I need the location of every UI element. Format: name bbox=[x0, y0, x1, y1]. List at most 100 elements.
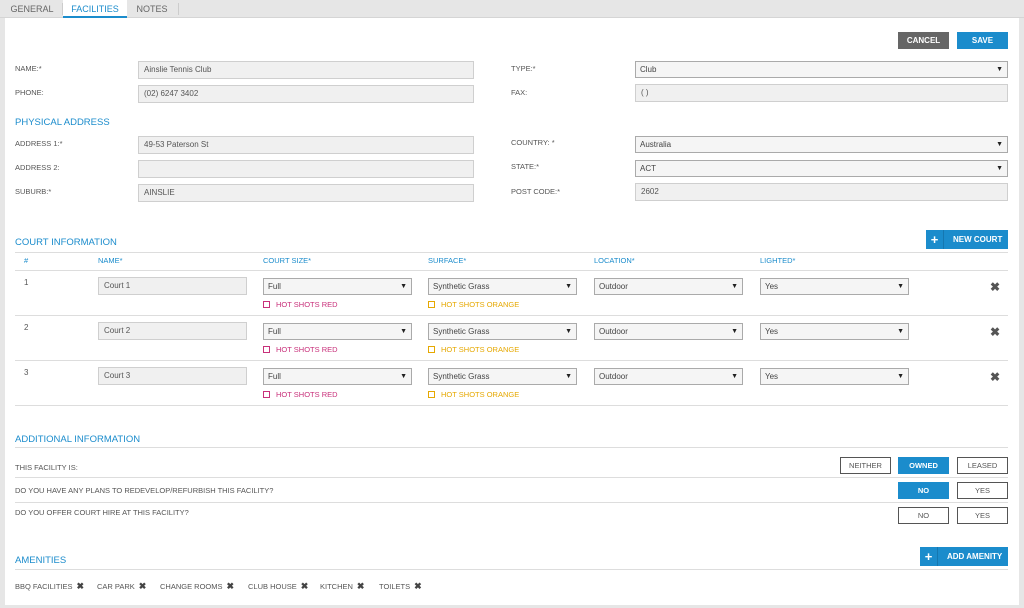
court-hire-option-yes[interactable]: YES bbox=[957, 507, 1008, 524]
tab-facilities[interactable]: FACILITIES bbox=[63, 0, 127, 18]
court-size-select[interactable]: Full ▼ bbox=[263, 323, 412, 340]
remove-icon[interactable]: ✖ bbox=[77, 581, 85, 591]
add-amenity-label: ADD AMENITY bbox=[947, 552, 1003, 561]
court-name-field[interactable]: Court 2 bbox=[98, 322, 247, 340]
delete-court-icon[interactable]: ✖ bbox=[990, 280, 1000, 294]
country-select[interactable]: Australia ▼ bbox=[635, 136, 1008, 153]
tab-notes[interactable]: NOTES bbox=[128, 0, 176, 18]
fax-field[interactable]: ( ) bbox=[635, 84, 1008, 102]
physical-address-heading: PHYSICAL ADDRESS bbox=[15, 117, 110, 128]
chevron-down-icon: ▼ bbox=[996, 66, 1003, 73]
column-header-name: NAME* bbox=[98, 256, 123, 265]
column-header-court-size: COURT SIZE* bbox=[263, 256, 312, 265]
court-row-number: 2 bbox=[24, 323, 29, 332]
location-select[interactable]: Outdoor ▼ bbox=[594, 278, 743, 295]
name-label: NAME:* bbox=[15, 64, 42, 73]
court-size-select[interactable]: Full ▼ bbox=[263, 368, 412, 385]
location-value: Outdoor bbox=[599, 327, 628, 336]
hot-shots-orange-checkbox[interactable]: HOT SHOTS ORANGE bbox=[428, 300, 519, 309]
remove-icon[interactable]: ✖ bbox=[227, 581, 235, 591]
postcode-field[interactable]: 2602 bbox=[635, 183, 1008, 201]
save-button[interactable]: SAVE bbox=[957, 32, 1008, 49]
hot-shots-orange-checkbox[interactable]: HOT SHOTS ORANGE bbox=[428, 345, 519, 354]
additional-information-heading: ADDITIONAL INFORMATION bbox=[15, 434, 141, 445]
court-size-value: Full bbox=[268, 327, 281, 336]
delete-court-icon[interactable]: ✖ bbox=[990, 325, 1000, 339]
type-select[interactable]: Club ▼ bbox=[635, 61, 1008, 78]
address1-field[interactable]: 49-53 Paterson St bbox=[138, 136, 474, 154]
hot-shots-orange-label: HOT SHOTS ORANGE bbox=[441, 390, 520, 399]
tab-divider bbox=[178, 3, 179, 15]
lighted-select[interactable]: Yes ▼ bbox=[760, 368, 909, 385]
surface-value: Synthetic Grass bbox=[433, 372, 490, 381]
type-value: Club bbox=[640, 65, 657, 74]
court-hire-question-label: DO YOU OFFER COURT HIRE AT THIS FACILITY… bbox=[15, 508, 189, 517]
option-owned[interactable]: OWNED bbox=[898, 457, 949, 474]
court-size-value: Full bbox=[268, 282, 281, 291]
state-select[interactable]: ACT ▼ bbox=[635, 160, 1008, 177]
amenity-label: KITCHEN bbox=[320, 582, 353, 591]
redevelop-option-no[interactable]: NO bbox=[898, 482, 949, 499]
name-field[interactable]: Ainslie Tennis Club bbox=[138, 61, 474, 79]
lighted-value: Yes bbox=[765, 327, 779, 336]
location-select[interactable]: Outdoor ▼ bbox=[594, 368, 743, 385]
checkbox-icon bbox=[428, 301, 435, 308]
state-value: ACT bbox=[640, 164, 656, 173]
address2-label: ADDRESS 2: bbox=[15, 163, 60, 172]
court-information-heading: COURT INFORMATION bbox=[15, 237, 117, 248]
add-amenity-button[interactable]: + ADD AMENITY bbox=[920, 547, 1008, 566]
lighted-select[interactable]: Yes ▼ bbox=[760, 323, 909, 340]
location-select[interactable]: Outdoor ▼ bbox=[594, 323, 743, 340]
hot-shots-red-checkbox[interactable]: HOT SHOTS RED bbox=[263, 390, 338, 399]
tab-general[interactable]: GENERAL bbox=[4, 0, 60, 18]
address2-field[interactable] bbox=[138, 160, 474, 178]
country-value: Australia bbox=[640, 140, 672, 149]
court-size-select[interactable]: Full ▼ bbox=[263, 278, 412, 295]
option-neither[interactable]: NEITHER bbox=[840, 457, 891, 474]
checkbox-icon bbox=[428, 346, 435, 353]
phone-field[interactable]: (02) 6247 3402 bbox=[138, 85, 474, 103]
chevron-down-icon: ▼ bbox=[897, 373, 904, 380]
hot-shots-red-label: HOT SHOTS RED bbox=[276, 300, 338, 309]
plus-icon: + bbox=[920, 547, 938, 566]
option-leased[interactable]: LEASED bbox=[957, 457, 1008, 474]
divider bbox=[15, 315, 1008, 316]
surface-value: Synthetic Grass bbox=[433, 282, 490, 291]
amenity-tag: TOILETS ✖ bbox=[379, 581, 422, 592]
new-court-button[interactable]: + NEW COURT bbox=[926, 230, 1008, 249]
checkbox-icon bbox=[263, 301, 270, 308]
hot-shots-red-checkbox[interactable]: HOT SHOTS RED bbox=[263, 300, 338, 309]
lighted-select[interactable]: Yes ▼ bbox=[760, 278, 909, 295]
checkbox-icon bbox=[428, 391, 435, 398]
court-hire-option-no[interactable]: NO bbox=[898, 507, 949, 524]
remove-icon[interactable]: ✖ bbox=[414, 581, 422, 591]
amenity-label: CAR PARK bbox=[97, 582, 135, 591]
amenity-label: CLUB HOUSE bbox=[248, 582, 297, 591]
remove-icon[interactable]: ✖ bbox=[139, 581, 147, 591]
delete-court-icon[interactable]: ✖ bbox=[990, 370, 1000, 384]
remove-icon[interactable]: ✖ bbox=[301, 581, 309, 591]
new-court-label: NEW COURT bbox=[953, 235, 1003, 244]
hot-shots-orange-checkbox[interactable]: HOT SHOTS ORANGE bbox=[428, 390, 519, 399]
divider bbox=[15, 477, 1008, 478]
remove-icon[interactable]: ✖ bbox=[357, 581, 365, 591]
hot-shots-orange-label: HOT SHOTS ORANGE bbox=[441, 345, 520, 354]
surface-select[interactable]: Synthetic Grass ▼ bbox=[428, 278, 577, 295]
amenity-tag: CLUB HOUSE ✖ bbox=[248, 581, 308, 592]
redevelop-option-yes[interactable]: YES bbox=[957, 482, 1008, 499]
hot-shots-red-checkbox[interactable]: HOT SHOTS RED bbox=[263, 345, 338, 354]
suburb-field[interactable]: AINSLIE bbox=[138, 184, 474, 202]
court-name-field[interactable]: Court 3 bbox=[98, 367, 247, 385]
country-label: COUNTRY: * bbox=[511, 138, 555, 147]
chevron-down-icon: ▼ bbox=[400, 373, 407, 380]
surface-select[interactable]: Synthetic Grass ▼ bbox=[428, 368, 577, 385]
court-row-number: 3 bbox=[24, 368, 29, 377]
amenity-label: BBQ FACILITIES bbox=[15, 582, 73, 591]
chevron-down-icon: ▼ bbox=[996, 141, 1003, 148]
location-value: Outdoor bbox=[599, 282, 628, 291]
hot-shots-orange-label: HOT SHOTS ORANGE bbox=[441, 300, 520, 309]
court-name-field[interactable]: Court 1 bbox=[98, 277, 247, 295]
cancel-button[interactable]: CANCEL bbox=[898, 32, 949, 49]
column-header-lighted: LIGHTED* bbox=[760, 256, 796, 265]
surface-select[interactable]: Synthetic Grass ▼ bbox=[428, 323, 577, 340]
